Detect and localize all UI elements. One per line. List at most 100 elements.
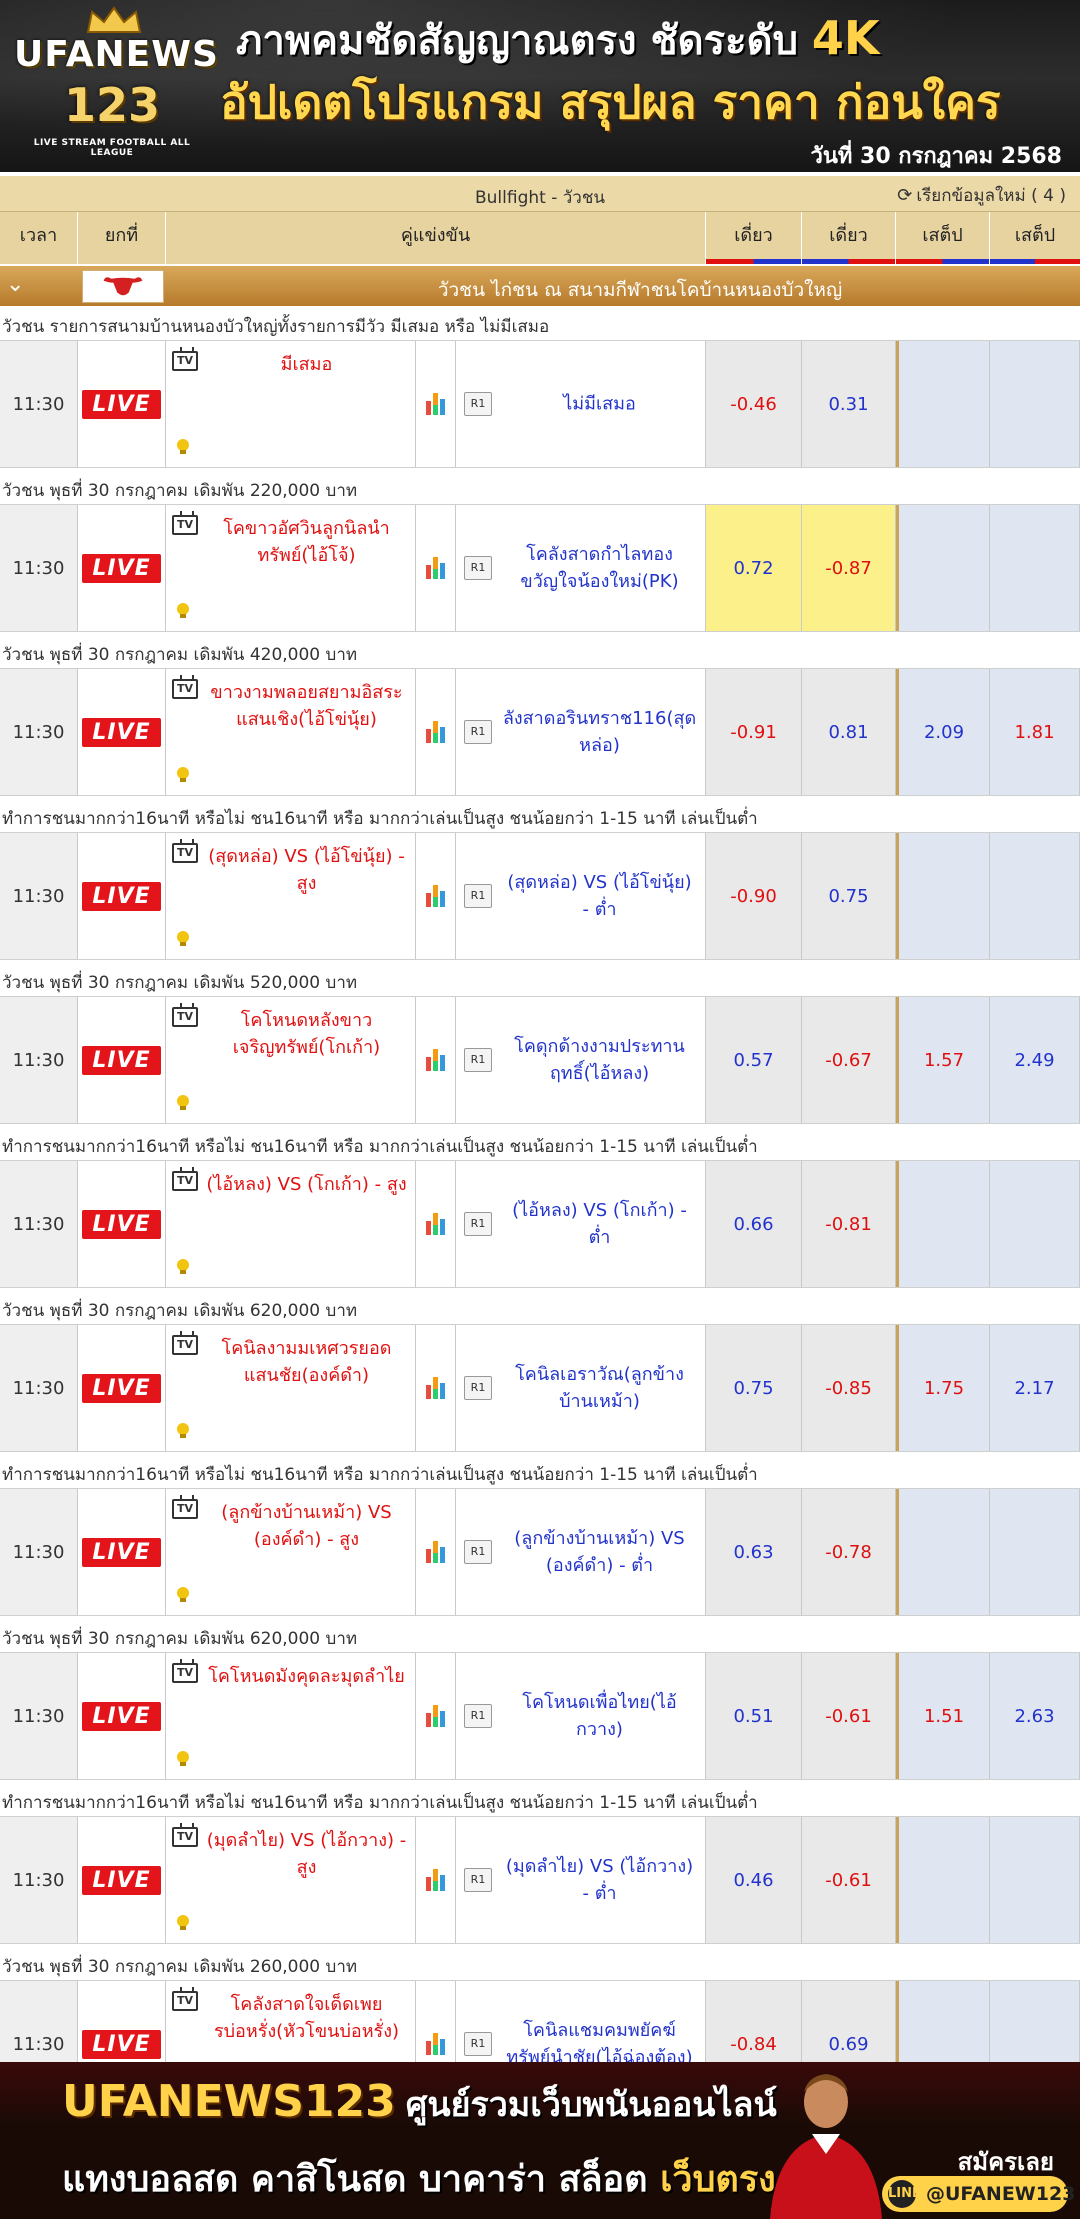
- odds-single-away[interactable]: -0.87: [802, 505, 896, 631]
- stats-icon[interactable]: [425, 391, 447, 417]
- tv-icon[interactable]: TV: [172, 1003, 198, 1027]
- odds-single-home[interactable]: 0.66: [706, 1161, 802, 1287]
- odds-step-home[interactable]: 1.75: [896, 1325, 990, 1451]
- tv-icon[interactable]: TV: [172, 1331, 198, 1355]
- live-button[interactable]: LIVE: [82, 1701, 161, 1731]
- live-button[interactable]: LIVE: [82, 553, 161, 583]
- away-team-name: (ลูกข้างบ้านเหม้า) VS (องค์ดำ) - ต่ำ: [514, 1528, 685, 1576]
- odds-single-away[interactable]: -0.67: [802, 997, 896, 1123]
- stats-icon[interactable]: [425, 719, 447, 745]
- home-team-name: (ไอ้หลง) VS (โกเก้า) - สูง: [206, 1174, 407, 1195]
- header-banner: UFANEWS 123 LIVE STREAM FOOTBALL ALL LEA…: [0, 0, 1080, 172]
- tv-icon[interactable]: TV: [172, 1659, 198, 1683]
- odds-step-away[interactable]: [990, 1161, 1080, 1287]
- stats-icon[interactable]: [425, 1539, 447, 1565]
- live-button[interactable]: LIVE: [82, 1537, 161, 1567]
- live-button[interactable]: LIVE: [82, 1045, 161, 1075]
- live-button[interactable]: LIVE: [82, 389, 161, 419]
- col-odds-step-1-label: เสต็ป: [922, 225, 963, 246]
- stats-icon[interactable]: [425, 1375, 447, 1401]
- logo-subtitle: LIVE STREAM FOOTBALL ALL LEAGUE: [33, 138, 191, 158]
- odds-single-away[interactable]: 0.31: [802, 341, 896, 467]
- odds-single-home[interactable]: 0.63: [706, 1489, 802, 1615]
- live-button[interactable]: LIVE: [82, 1373, 161, 1403]
- tv-icon[interactable]: TV: [172, 1823, 198, 1847]
- stats-icon[interactable]: [425, 1211, 447, 1237]
- odds-step-away[interactable]: 2.17: [990, 1325, 1080, 1451]
- stats-icon[interactable]: [425, 2031, 447, 2057]
- stats-icon[interactable]: [425, 1047, 447, 1073]
- away-team-cell: R1 โคโหนดเพื่อไทย(ไอ้กวาง): [456, 1653, 706, 1779]
- bet-description: วัวชน พุธที่ 30 กรกฎาคม เดิมพัน 620,000 …: [0, 1290, 1080, 1324]
- tv-icon[interactable]: TV: [172, 511, 198, 535]
- odds-single-home[interactable]: 0.51: [706, 1653, 802, 1779]
- stats-cell: [416, 1817, 456, 1943]
- odds-step-home[interactable]: [896, 505, 990, 631]
- live-button[interactable]: LIVE: [82, 881, 161, 911]
- live-button[interactable]: LIVE: [82, 1865, 161, 1895]
- odds-single-home[interactable]: -0.91: [706, 669, 802, 795]
- odds-single-home[interactable]: 0.75: [706, 1325, 802, 1451]
- away-team-cell: R1 โคดุกด้างงามประทานฤทธิ์(ไอ้หลง): [456, 997, 706, 1123]
- stats-cell: [416, 833, 456, 959]
- odds-step-home[interactable]: [896, 1817, 990, 1943]
- live-button[interactable]: LIVE: [82, 2029, 161, 2059]
- tv-icon[interactable]: TV: [172, 1495, 198, 1519]
- odds-step-home[interactable]: [896, 833, 990, 959]
- col-odds-color-bar: [990, 259, 1080, 264]
- col-odds-color-bar: [802, 259, 895, 264]
- match-row: 11:30 LIVE TV โคนิลงามมเหศวรยอดแสนชัย(องค์ด…: [0, 1324, 1080, 1452]
- chevron-down-icon[interactable]: ⌄: [6, 272, 24, 297]
- odds-step-away[interactable]: [990, 1489, 1080, 1615]
- odds-single-away[interactable]: -0.85: [802, 1325, 896, 1451]
- footer-banner[interactable]: UFANEWS123 ศูนย์รวมเว็บพนันออนไลน์ แทงบอล…: [0, 2062, 1080, 2219]
- odds-step-away[interactable]: [990, 1817, 1080, 1943]
- live-button[interactable]: LIVE: [82, 717, 161, 747]
- live-button[interactable]: LIVE: [82, 1209, 161, 1239]
- odds-single-away[interactable]: 0.81: [802, 669, 896, 795]
- league-header[interactable]: ⌄ วัวชน ไก่ชน ณ สนามกีฬาชนโคบ้านหนองบัวใ…: [0, 266, 1080, 306]
- odds-step-away[interactable]: 2.49: [990, 997, 1080, 1123]
- match-row: 11:30 LIVE TV (ไอ้หลง) VS (โกเก้า) - สูง R1 (…: [0, 1160, 1080, 1288]
- odds-step-home[interactable]: 1.51: [896, 1653, 990, 1779]
- refresh-button[interactable]: ⟳ เรียกข้อมูลใหม่ ( 4 ): [897, 182, 1066, 209]
- stats-icon[interactable]: [425, 883, 447, 909]
- tv-icon[interactable]: TV: [172, 839, 198, 863]
- tv-icon[interactable]: TV: [172, 675, 198, 699]
- odds-single-home[interactable]: 0.46: [706, 1817, 802, 1943]
- odds-single-home[interactable]: -0.90: [706, 833, 802, 959]
- odds-step-away[interactable]: [990, 505, 1080, 631]
- odds-step-away[interactable]: [990, 833, 1080, 959]
- away-team-name: ไม่มีเสมอ: [563, 393, 636, 415]
- match-time: 11:30: [0, 1161, 78, 1287]
- odds-step-away[interactable]: [990, 341, 1080, 467]
- odds-step-home[interactable]: [896, 1489, 990, 1615]
- odds-step-home[interactable]: [896, 341, 990, 467]
- odds-single-away[interactable]: -0.61: [802, 1817, 896, 1943]
- stats-icon[interactable]: [425, 1703, 447, 1729]
- away-team-cell: R1 (สุดหล่อ) VS (ไอ้โข่นุ้ย) - ต่ำ: [456, 833, 706, 959]
- stats-icon[interactable]: [425, 555, 447, 581]
- tv-icon[interactable]: TV: [172, 1167, 198, 1191]
- odds-single-home[interactable]: 0.72: [706, 505, 802, 631]
- odds-step-home[interactable]: 1.57: [896, 997, 990, 1123]
- lightbulb-icon: [176, 1259, 190, 1275]
- odds-single-home[interactable]: -0.46: [706, 341, 802, 467]
- odds-single-away[interactable]: -0.78: [802, 1489, 896, 1615]
- line-contact-button[interactable]: LINE @UFANEW123: [882, 2176, 1075, 2212]
- odds-single-home[interactable]: 0.57: [706, 997, 802, 1123]
- round-badge: R1: [464, 1704, 492, 1728]
- stats-icon[interactable]: [425, 1867, 447, 1893]
- odds-step-away[interactable]: 1.81: [990, 669, 1080, 795]
- odds-step-home[interactable]: 2.09: [896, 669, 990, 795]
- odds-step-away[interactable]: 2.63: [990, 1653, 1080, 1779]
- site-logo[interactable]: UFANEWS 123 LIVE STREAM FOOTBALL ALL LEA…: [14, 6, 218, 166]
- away-team-cell: R1 โคลังสาดกำไลทองขวัญใจน้องใหม่(PK): [456, 505, 706, 631]
- odds-single-away[interactable]: 0.75: [802, 833, 896, 959]
- odds-single-away[interactable]: -0.61: [802, 1653, 896, 1779]
- home-team-name: ขาวงามพลอยสยามอิสระแสนเชิง(ไอ้โข่นุ้ย): [210, 682, 403, 730]
- odds-step-home[interactable]: [896, 1161, 990, 1287]
- odds-single-away[interactable]: -0.81: [802, 1161, 896, 1287]
- tv-icon[interactable]: TV: [172, 1987, 198, 2011]
- tv-icon[interactable]: TV: [172, 347, 198, 371]
